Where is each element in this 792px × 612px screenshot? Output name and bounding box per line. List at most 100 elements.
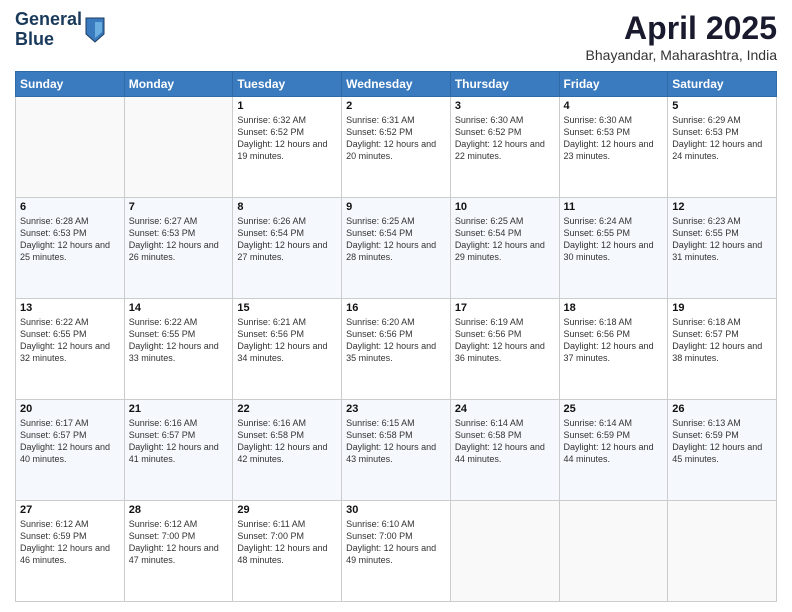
day-info: Sunrise: 6:27 AM Sunset: 6:53 PM Dayligh…: [129, 215, 229, 264]
day-cell: 5Sunrise: 6:29 AM Sunset: 6:53 PM Daylig…: [668, 97, 777, 198]
day-info: Sunrise: 6:26 AM Sunset: 6:54 PM Dayligh…: [237, 215, 337, 264]
day-info: Sunrise: 6:13 AM Sunset: 6:59 PM Dayligh…: [672, 417, 772, 466]
day-cell: [668, 501, 777, 602]
day-cell: [450, 501, 559, 602]
day-number: 13: [20, 302, 120, 314]
week-row-1: 1 Sunrise: 6:32 AM Sunset: 6:52 PM Daylig…: [16, 97, 777, 198]
day-info: Sunrise: 6:22 AM Sunset: 6:55 PM Dayligh…: [20, 316, 120, 365]
day-cell: 6 Sunrise: 6:28 AM Sunset: 6:53 PM Daylig…: [16, 198, 125, 299]
day-info: Sunrise: 6:25 AM Sunset: 6:54 PM Dayligh…: [346, 215, 446, 264]
day-info: Sunrise: 6:30 AM Sunset: 6:52 PM Dayligh…: [455, 114, 555, 163]
day-cell: 18Sunrise: 6:18 AM Sunset: 6:56 PM Dayli…: [559, 299, 668, 400]
weekday-header-sunday: Sunday: [16, 72, 125, 97]
day-info: Sunrise: 6:14 AM Sunset: 6:58 PM Dayligh…: [455, 417, 555, 466]
day-cell: 2 Sunrise: 6:31 AM Sunset: 6:52 PM Daylig…: [342, 97, 451, 198]
day-number: 24: [455, 403, 555, 415]
day-number: 12: [672, 201, 772, 213]
day-number: 8: [237, 201, 337, 213]
header: General Blue April 2025 Bhayandar, Mahar…: [15, 10, 777, 63]
weekday-header-saturday: Saturday: [668, 72, 777, 97]
day-cell: 13 Sunrise: 6:22 AM Sunset: 6:55 PM Dayli…: [16, 299, 125, 400]
day-number: 2: [346, 100, 446, 112]
logo-line2: Blue: [15, 30, 82, 50]
day-number: 18: [564, 302, 664, 314]
day-cell: 11 Sunrise: 6:24 AM Sunset: 6:55 PM Dayli…: [559, 198, 668, 299]
logo-line1: General: [15, 10, 82, 30]
day-cell: [16, 97, 125, 198]
day-cell: 17 Sunrise: 6:19 AM Sunset: 6:56 PM Dayli…: [450, 299, 559, 400]
title-block: April 2025 Bhayandar, Maharashtra, India: [586, 10, 777, 63]
day-cell: 4Sunrise: 6:30 AM Sunset: 6:53 PM Daylig…: [559, 97, 668, 198]
day-number: 23: [346, 403, 446, 415]
day-info: Sunrise: 6:19 AM Sunset: 6:56 PM Dayligh…: [455, 316, 555, 365]
day-number: 25: [564, 403, 664, 415]
day-cell: 22 Sunrise: 6:16 AM Sunset: 6:58 PM Dayli…: [233, 400, 342, 501]
day-number: 9: [346, 201, 446, 213]
day-number: 17: [455, 302, 555, 314]
weekday-header-tuesday: Tuesday: [233, 72, 342, 97]
day-info: Sunrise: 6:12 AM Sunset: 7:00 PM Dayligh…: [129, 518, 229, 567]
day-info: Sunrise: 6:12 AM Sunset: 6:59 PM Dayligh…: [20, 518, 120, 567]
day-info: Sunrise: 6:21 AM Sunset: 6:56 PM Dayligh…: [237, 316, 337, 365]
calendar-table: SundayMondayTuesdayWednesdayThursdayFrid…: [15, 71, 777, 602]
day-number: 21: [129, 403, 229, 415]
day-number: 30: [346, 504, 446, 516]
week-row-5: 27 Sunrise: 6:12 AM Sunset: 6:59 PM Dayli…: [16, 501, 777, 602]
day-number: 19: [672, 302, 772, 314]
week-row-3: 13 Sunrise: 6:22 AM Sunset: 6:55 PM Dayli…: [16, 299, 777, 400]
day-number: 1: [237, 100, 337, 112]
weekday-header-thursday: Thursday: [450, 72, 559, 97]
week-row-2: 6 Sunrise: 6:28 AM Sunset: 6:53 PM Daylig…: [16, 198, 777, 299]
day-cell: 16 Sunrise: 6:20 AM Sunset: 6:56 PM Dayli…: [342, 299, 451, 400]
day-cell: 1 Sunrise: 6:32 AM Sunset: 6:52 PM Daylig…: [233, 97, 342, 198]
day-info: Sunrise: 6:24 AM Sunset: 6:55 PM Dayligh…: [564, 215, 664, 264]
day-cell: 23 Sunrise: 6:15 AM Sunset: 6:58 PM Dayli…: [342, 400, 451, 501]
day-info: Sunrise: 6:30 AM Sunset: 6:53 PM Dayligh…: [564, 114, 664, 163]
day-info: Sunrise: 6:11 AM Sunset: 7:00 PM Dayligh…: [237, 518, 337, 567]
weekday-header-monday: Monday: [124, 72, 233, 97]
day-cell: 25 Sunrise: 6:14 AM Sunset: 6:59 PM Dayli…: [559, 400, 668, 501]
logo-text: General Blue: [15, 10, 82, 50]
day-info: Sunrise: 6:29 AM Sunset: 6:53 PM Dayligh…: [672, 114, 772, 163]
day-number: 22: [237, 403, 337, 415]
day-number: 6: [20, 201, 120, 213]
day-number: 11: [564, 201, 664, 213]
day-cell: 8 Sunrise: 6:26 AM Sunset: 6:54 PM Daylig…: [233, 198, 342, 299]
day-number: 26: [672, 403, 772, 415]
day-cell: 28Sunrise: 6:12 AM Sunset: 7:00 PM Dayli…: [124, 501, 233, 602]
day-number: 15: [237, 302, 337, 314]
day-info: Sunrise: 6:25 AM Sunset: 6:54 PM Dayligh…: [455, 215, 555, 264]
day-info: Sunrise: 6:14 AM Sunset: 6:59 PM Dayligh…: [564, 417, 664, 466]
day-cell: [124, 97, 233, 198]
weekday-header-row: SundayMondayTuesdayWednesdayThursdayFrid…: [16, 72, 777, 97]
subtitle: Bhayandar, Maharashtra, India: [586, 47, 777, 63]
day-number: 3: [455, 100, 555, 112]
day-info: Sunrise: 6:32 AM Sunset: 6:52 PM Dayligh…: [237, 114, 337, 163]
day-cell: 20Sunrise: 6:17 AM Sunset: 6:57 PM Dayli…: [16, 400, 125, 501]
day-cell: 3 Sunrise: 6:30 AM Sunset: 6:52 PM Daylig…: [450, 97, 559, 198]
day-number: 16: [346, 302, 446, 314]
day-info: Sunrise: 6:23 AM Sunset: 6:55 PM Dayligh…: [672, 215, 772, 264]
logo: General Blue: [15, 10, 106, 50]
day-cell: 10 Sunrise: 6:25 AM Sunset: 6:54 PM Dayli…: [450, 198, 559, 299]
day-info: Sunrise: 6:28 AM Sunset: 6:53 PM Dayligh…: [20, 215, 120, 264]
main-title: April 2025: [586, 10, 777, 47]
day-info: Sunrise: 6:15 AM Sunset: 6:58 PM Dayligh…: [346, 417, 446, 466]
day-info: Sunrise: 6:16 AM Sunset: 6:58 PM Dayligh…: [237, 417, 337, 466]
day-number: 27: [20, 504, 120, 516]
day-info: Sunrise: 6:18 AM Sunset: 6:57 PM Dayligh…: [672, 316, 772, 365]
day-number: 7: [129, 201, 229, 213]
page: General Blue April 2025 Bhayandar, Mahar…: [0, 0, 792, 612]
week-row-4: 20Sunrise: 6:17 AM Sunset: 6:57 PM Dayli…: [16, 400, 777, 501]
day-cell: 26 Sunrise: 6:13 AM Sunset: 6:59 PM Dayli…: [668, 400, 777, 501]
day-cell: 29Sunrise: 6:11 AM Sunset: 7:00 PM Dayli…: [233, 501, 342, 602]
day-info: Sunrise: 6:22 AM Sunset: 6:55 PM Dayligh…: [129, 316, 229, 365]
day-cell: 14 Sunrise: 6:22 AM Sunset: 6:55 PM Dayli…: [124, 299, 233, 400]
day-number: 10: [455, 201, 555, 213]
day-cell: 7 Sunrise: 6:27 AM Sunset: 6:53 PM Daylig…: [124, 198, 233, 299]
day-info: Sunrise: 6:20 AM Sunset: 6:56 PM Dayligh…: [346, 316, 446, 365]
day-number: 14: [129, 302, 229, 314]
day-cell: 30Sunrise: 6:10 AM Sunset: 7:00 PM Dayli…: [342, 501, 451, 602]
day-cell: 21Sunrise: 6:16 AM Sunset: 6:57 PM Dayli…: [124, 400, 233, 501]
day-info: Sunrise: 6:31 AM Sunset: 6:52 PM Dayligh…: [346, 114, 446, 163]
